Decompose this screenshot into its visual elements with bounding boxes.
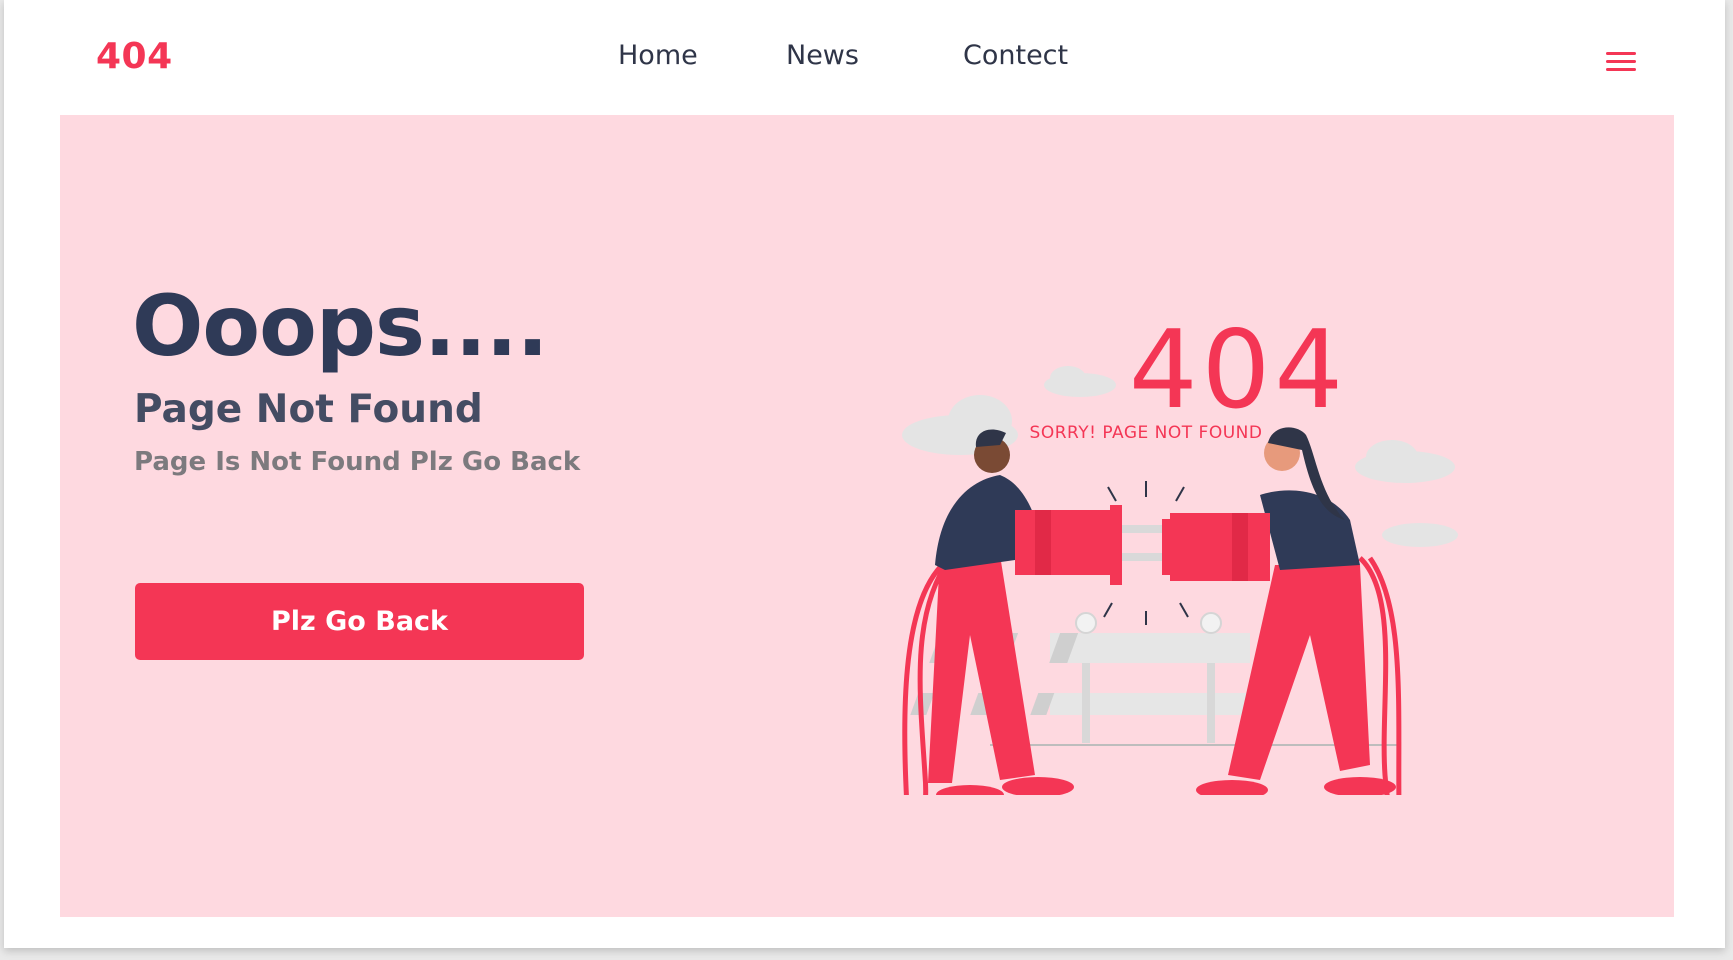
unplugged-illustration: 404 SORRY! PAGE NOT FOUND	[902, 308, 1458, 795]
hero-section: Ooops.... Page Not Found Page Is Not Fou…	[60, 115, 1674, 917]
illustration-caption: SORRY! PAGE NOT FOUND	[1030, 423, 1263, 443]
illustration-404: 404	[1129, 308, 1347, 433]
menu-icon[interactable]	[1606, 52, 1638, 76]
page-title: Page Not Found	[134, 387, 483, 432]
site-logo[interactable]: 404	[96, 36, 173, 77]
page-subtitle: Page Is Not Found Plz Go Back	[134, 447, 581, 477]
woman-figure	[1196, 427, 1396, 795]
page-frame: 404 Home News Contect Ooops.... Page Not…	[4, 0, 1725, 948]
nav-contect[interactable]: Contect	[963, 40, 1068, 71]
plug-icon	[1015, 505, 1162, 585]
socket-icon	[1162, 513, 1270, 581]
man-figure	[928, 429, 1074, 795]
headline: Ooops....	[132, 277, 549, 375]
nav-news[interactable]: News	[786, 40, 859, 71]
go-back-button[interactable]: Plz Go Back	[135, 583, 584, 660]
nav-home[interactable]: Home	[618, 40, 698, 71]
